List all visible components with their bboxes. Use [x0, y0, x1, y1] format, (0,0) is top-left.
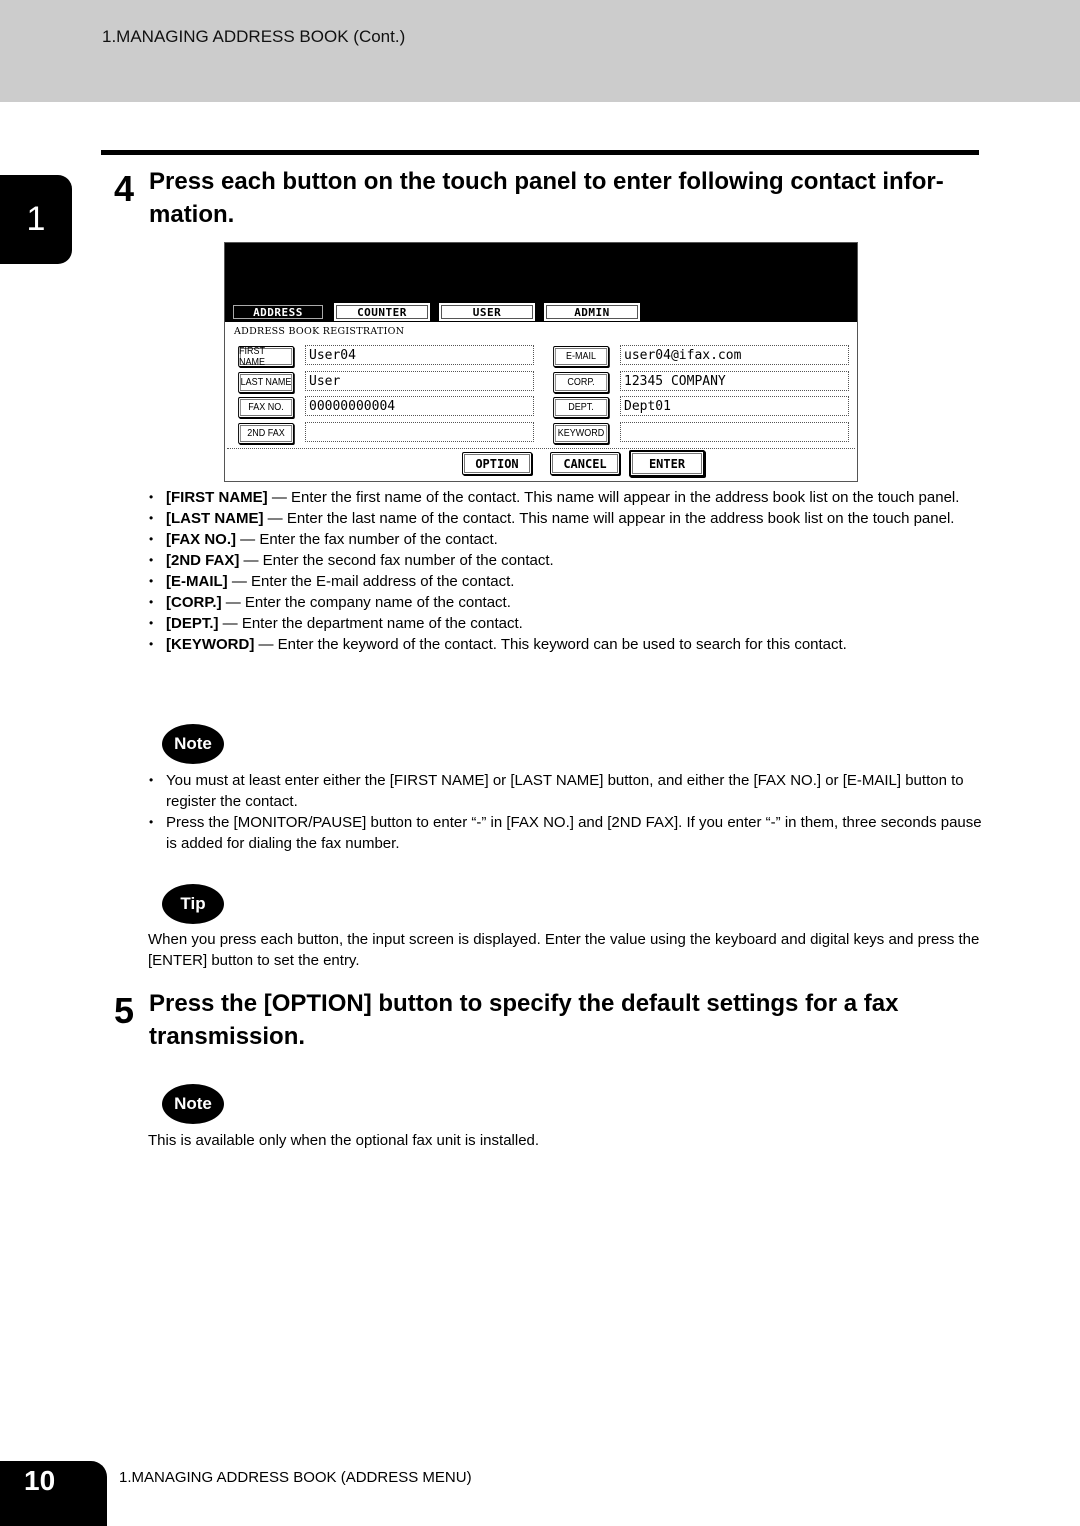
keyword-field[interactable] [620, 422, 849, 442]
list-item: [FIRST NAME] — Enter the first name of t… [148, 487, 988, 508]
term: [LAST NAME] [166, 510, 264, 527]
corp-button[interactable]: CORP. [553, 372, 609, 393]
term: [FAX NO.] [166, 531, 236, 548]
dept-button[interactable]: DEPT. [553, 397, 609, 418]
term: [E-MAIL] [166, 573, 228, 590]
corp-field[interactable]: 12345 COMPANY [620, 371, 849, 391]
list-item: [LAST NAME] — Enter the last name of the… [148, 508, 988, 529]
description: — Enter the E-mail address of the contac… [227, 573, 515, 590]
first-name-field[interactable]: User04 [305, 345, 534, 365]
description: — Enter the keyword of the contact. This… [254, 636, 847, 653]
tab-admin[interactable]: ADMIN [543, 302, 641, 322]
keyword-button[interactable]: KEYWORD [553, 423, 609, 444]
fax-no-field[interactable]: 00000000004 [305, 396, 534, 416]
description: — Enter the second fax number of the con… [239, 552, 554, 569]
term: [DEPT.] [166, 615, 219, 632]
2nd-fax-field[interactable] [305, 422, 534, 442]
term: [KEYWORD] [166, 636, 255, 653]
list-item: [KEYWORD] — Enter the keyword of the con… [148, 634, 988, 655]
section-rule [101, 150, 979, 155]
list-item: [CORP.] — Enter the company name of the … [148, 592, 988, 613]
step-title-line: Press each button on the touch panel to … [149, 168, 944, 195]
cancel-button[interactable]: CANCEL [550, 452, 620, 475]
tab-counter[interactable]: COUNTER [333, 302, 431, 322]
note-badge: Note [162, 1084, 224, 1124]
description: — Enter the first name of the contact. T… [267, 489, 960, 506]
tip-text: When you press each button, the input sc… [148, 931, 980, 969]
list-item: [E-MAIL] — Enter the E-mail address of t… [148, 571, 988, 592]
term: [CORP.] [166, 594, 222, 611]
description: — Enter the company name of the contact. [221, 594, 511, 611]
step-title: Press the [OPTION] button to specify the… [149, 990, 899, 1050]
option-button[interactable]: OPTION [462, 452, 532, 475]
note-list: You must at least enter either the [FIRS… [148, 770, 988, 854]
last-name-button[interactable]: LAST NAME [238, 372, 294, 393]
description: — Enter the fax number of the contact. [236, 531, 498, 548]
panel-divider [227, 448, 855, 449]
step-title-line: mation. [149, 201, 235, 228]
note-text: This is available only when the optional… [148, 1132, 540, 1149]
screen-subtitle: ADDRESS BOOK REGISTRATION [234, 326, 405, 337]
list-item: [FAX NO.] — Enter the fax number of the … [148, 529, 988, 550]
footer-section-title: 1.MANAGING ADDRESS BOOK (ADDRESS MENU) [119, 1469, 472, 1486]
running-header: 1.MANAGING ADDRESS BOOK (Cont.) [102, 27, 406, 46]
tip-badge: Tip [162, 884, 224, 924]
tab-address[interactable]: ADDRESS [230, 302, 326, 322]
2nd-fax-button[interactable]: 2ND FAX [238, 423, 294, 444]
note-item: You must at least enter either the [FIRS… [148, 770, 988, 812]
touch-panel-screen: ADDRESS COUNTER USER ADMIN ADDRESS BOOK … [224, 242, 858, 482]
description: — Enter the last name of the contact. Th… [263, 510, 955, 527]
list-item: [DEPT.] — Enter the department name of t… [148, 613, 988, 634]
term: [2ND FAX] [166, 552, 240, 569]
last-name-field[interactable]: User [305, 371, 534, 391]
page-number: 10 [24, 1465, 56, 1496]
first-name-button[interactable]: FIRST NAME [238, 346, 294, 368]
enter-button[interactable]: ENTER [629, 450, 705, 477]
field-description-list: [FIRST NAME] — Enter the first name of t… [148, 487, 988, 655]
note-item: Press the [MONITOR/PAUSE] button to ente… [148, 812, 988, 854]
step-number: 5 [114, 990, 135, 1031]
chapter-tab: 1 [0, 175, 72, 264]
list-item: [2ND FAX] — Enter the second fax number … [148, 550, 988, 571]
tab-user[interactable]: USER [438, 302, 536, 322]
note-badge: Note [162, 724, 224, 764]
dept-field[interactable]: Dept01 [620, 396, 849, 416]
step-number: 4 [114, 168, 135, 209]
email-field[interactable]: user04@ifax.com [620, 345, 849, 365]
email-button[interactable]: E-MAIL [553, 346, 609, 367]
fax-no-button[interactable]: FAX NO. [238, 397, 294, 418]
description: — Enter the department name of the conta… [218, 615, 523, 632]
term: [FIRST NAME] [166, 489, 268, 506]
header-band [0, 0, 1080, 102]
step-title: Press each button on the touch panel to … [149, 165, 984, 231]
